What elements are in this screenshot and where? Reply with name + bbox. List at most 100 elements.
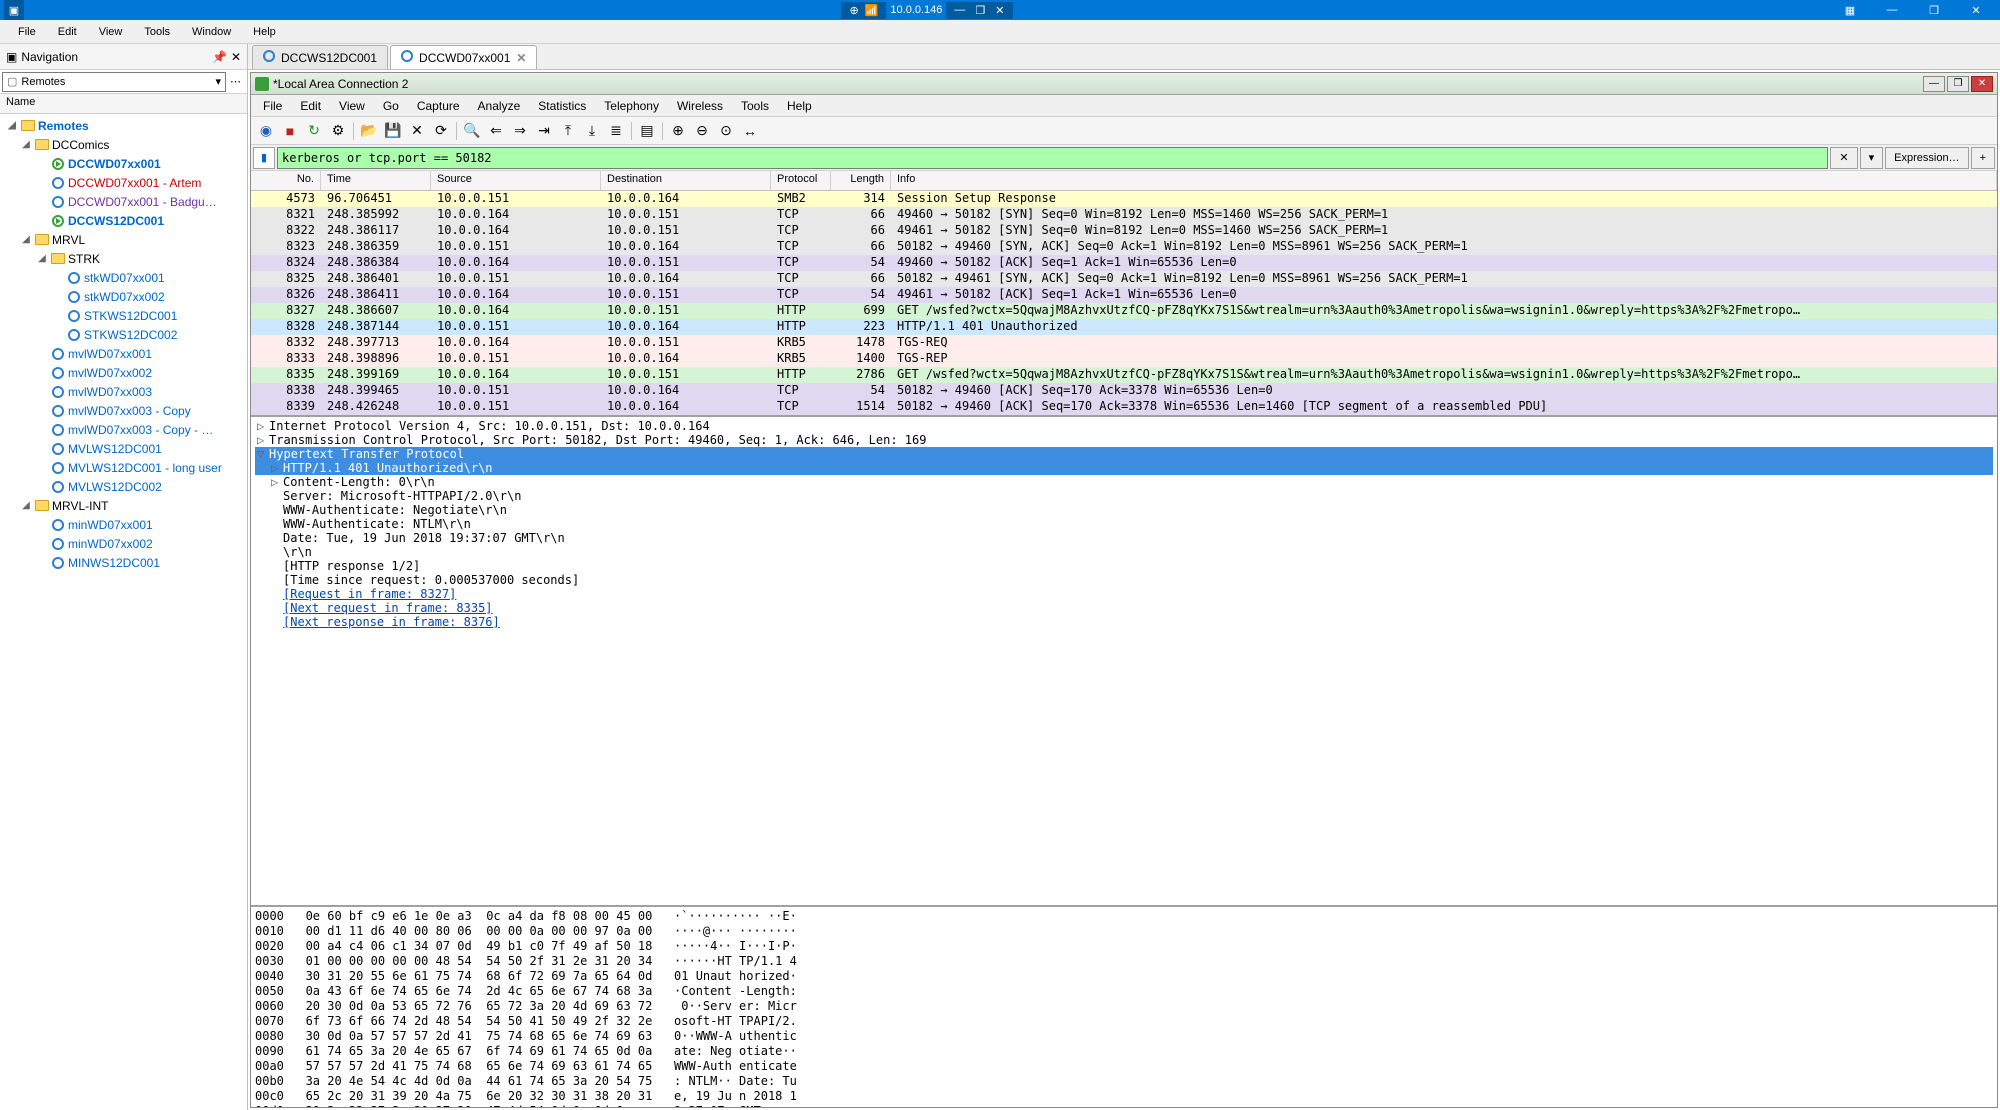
tree-mvlwd07xx003-copy[interactable]: mvlWD07xx003 - Copy [4,401,243,420]
capture-options-icon[interactable]: ⚙ [327,120,349,142]
ws-menu-help[interactable]: Help [779,97,820,115]
packet-row[interactable]: 8323248.38635910.0.0.15110.0.0.164TCP665… [251,239,1997,255]
detail-status[interactable]: ▷HTTP/1.1 401 Unauthorized\r\n [255,461,1993,475]
outer-minimize[interactable]: — [1872,4,1912,17]
packet-row[interactable]: 8335248.39916910.0.0.16410.0.0.151HTTP27… [251,367,1997,383]
pin-icon[interactable]: 📌 [212,50,227,64]
col-destination[interactable]: Destination [601,171,771,190]
tab-dccws12dc001[interactable]: DCCWS12DC001 [252,45,388,69]
packet-row[interactable]: 8321248.38599210.0.0.16410.0.0.151TCP664… [251,207,1997,223]
outer-grid-icon[interactable]: ▦ [1830,4,1870,17]
packet-list[interactable]: No. Time Source Destination Protocol Len… [251,171,1997,417]
detail-tcp[interactable]: ▷Transmission Control Protocol, Src Port… [255,433,1993,447]
tree-minwd07xx002[interactable]: minWD07xx002 [4,534,243,553]
detail-crlf[interactable]: \r\n [255,545,1993,559]
hex-line[interactable]: 0040 30 31 20 55 6e 61 75 74 68 6f 72 69… [255,969,1993,984]
tree-mrvl-int[interactable]: ◢MRVL-INT [4,496,243,515]
packet-row[interactable]: 8324248.38638410.0.0.16410.0.0.151TCP544… [251,255,1997,271]
tree-dccwd07xx001-badgu[interactable]: DCCWD07xx001 - Badgu… [4,192,243,211]
goto-packet-icon[interactable]: ⇥ [533,120,555,142]
save-file-icon[interactable]: 💾 [382,120,404,142]
packet-row[interactable]: 8328248.38714410.0.0.15110.0.0.164HTTP22… [251,319,1997,335]
dropdown-icon[interactable]: ▾ [215,75,221,88]
hex-line[interactable]: 00b0 3a 20 4e 54 4c 4d 0d 0a 44 61 74 65… [255,1074,1993,1089]
tree-strk[interactable]: ◢STRK [4,249,243,268]
detail-date[interactable]: Date: Tue, 19 Jun 2018 19:37:07 GMT\r\n [255,531,1993,545]
auto-scroll-icon[interactable]: ≣ [605,120,627,142]
hex-line[interactable]: 0000 0e 60 bf c9 e6 1e 0e a3 0c a4 da f8… [255,909,1993,924]
open-file-icon[interactable]: 📂 [358,120,380,142]
hex-line[interactable]: 0050 0a 43 6f 6e 74 65 6e 74 2d 4c 65 6e… [255,984,1993,999]
tree-stkws12dc002[interactable]: STKWS12DC002 [4,325,243,344]
tree-minws12dc001[interactable]: MINWS12DC001 [4,553,243,572]
restart-capture-icon[interactable]: ↻ [303,120,325,142]
menu-window[interactable]: Window [182,24,241,40]
tree-dccwd07xx001-artem[interactable]: DCCWD07xx001 - Artem [4,173,243,192]
go-forward-icon[interactable]: ⇒ [509,120,531,142]
start-capture-icon[interactable]: ◉ [255,120,277,142]
tab-close-icon[interactable]: ✕ [516,51,526,65]
ws-menu-tools[interactable]: Tools [733,97,777,115]
tree-mvlws12dc002[interactable]: MVLWS12DC002 [4,477,243,496]
zoom-in-icon[interactable]: ⊕ [667,120,689,142]
zoom-reset-icon[interactable]: ⊙ [715,120,737,142]
ws-menu-telephony[interactable]: Telephony [596,97,667,115]
menu-file[interactable]: File [8,24,46,40]
packet-row[interactable]: 8322248.38611710.0.0.16410.0.0.151TCP664… [251,223,1997,239]
sidebar-filter[interactable]: ▢ Remotes ▾ [2,72,226,92]
ws-menu-edit[interactable]: Edit [292,97,329,115]
zoom-out-icon[interactable]: ⊖ [691,120,713,142]
tree-minwd07xx001[interactable]: minWD07xx001 [4,515,243,534]
hex-line[interactable]: 0020 00 a4 c4 06 c1 34 07 0d 49 b1 c0 7f… [255,939,1993,954]
add-filter-icon[interactable]: + [1971,147,1995,169]
hex-line[interactable]: 0090 61 74 65 3a 20 4e 65 67 6f 74 69 61… [255,1044,1993,1059]
packet-row[interactable]: 457396.70645110.0.0.15110.0.0.164SMB2314… [251,191,1997,207]
col-source[interactable]: Source [431,171,601,190]
detail-link-request[interactable]: [Request in frame: 8327] [255,587,1993,601]
packet-row[interactable]: 8327248.38660710.0.0.16410.0.0.151HTTP69… [251,303,1997,319]
go-back-icon[interactable]: ⇐ [485,120,507,142]
hex-line[interactable]: 0010 00 d1 11 d6 40 00 80 06 00 00 0a 00… [255,924,1993,939]
col-no[interactable]: No. [251,171,321,190]
detail-auth-negotiate[interactable]: WWW-Authenticate: Negotiate\r\n [255,503,1993,517]
tree-remotes-root[interactable]: ◢Remotes [4,116,243,135]
outer-close[interactable]: ✕ [1956,4,1996,17]
tree-dccws12dc001[interactable]: DCCWS12DC001 [4,211,243,230]
detail-link-next-request[interactable]: [Next request in frame: 8335] [255,601,1993,615]
menu-help[interactable]: Help [243,24,286,40]
hex-line[interactable]: 0070 6f 73 6f 66 74 2d 48 54 54 50 41 50… [255,1014,1993,1029]
hex-line[interactable]: 0030 01 00 00 00 00 00 48 54 54 50 2f 31… [255,954,1993,969]
last-packet-icon[interactable]: ⤓ [581,120,603,142]
close-file-icon[interactable]: ✕ [406,120,428,142]
ws-menu-analyze[interactable]: Analyze [470,97,529,115]
col-time[interactable]: Time [321,171,431,190]
tree-mvlws12dc001-long[interactable]: MVLWS12DC001 - long user [4,458,243,477]
tree-stkwd07xx002[interactable]: stkWD07xx002 [4,287,243,306]
tree-mvlws12dc001[interactable]: MVLWS12DC001 [4,439,243,458]
first-packet-icon[interactable]: ⤒ [557,120,579,142]
tree-stkws12dc001[interactable]: STKWS12DC001 [4,306,243,325]
tree-mvlwd07xx002[interactable]: mvlWD07xx002 [4,363,243,382]
hex-line[interactable]: 00a0 57 57 57 2d 41 75 74 68 65 6e 74 69… [255,1059,1993,1074]
menu-edit[interactable]: Edit [48,24,87,40]
expression-button[interactable]: Expression… [1885,147,1968,169]
ws-close[interactable]: ✕ [1971,76,1993,92]
hex-pane[interactable]: 0000 0e 60 bf c9 e6 1e 0e a3 0c a4 da f8… [251,907,1997,1107]
ws-menu-wireless[interactable]: Wireless [669,97,731,115]
clear-filter-icon[interactable]: ✕ [1830,147,1857,169]
ws-maximize[interactable]: ❐ [1947,76,1969,92]
tree-mrvl[interactable]: ◢MRVL [4,230,243,249]
inner-restore[interactable]: ❐ [975,4,985,17]
detail-time-since[interactable]: [Time since request: 0.000537000 seconds… [255,573,1993,587]
tab-dccwd07xx001[interactable]: DCCWD07xx001 ✕ [390,45,537,69]
packet-row[interactable]: 8325248.38640110.0.0.15110.0.0.164TCP665… [251,271,1997,287]
stop-capture-icon[interactable]: ■ [279,120,301,142]
packet-row[interactable]: 8339248.42624810.0.0.15110.0.0.164TCP151… [251,399,1997,415]
col-protocol[interactable]: Protocol [771,171,831,190]
ws-menu-statistics[interactable]: Statistics [530,97,594,115]
tree-dccomics[interactable]: ◢DCComics [4,135,243,154]
detail-ip[interactable]: ▷Internet Protocol Version 4, Src: 10.0.… [255,419,1993,433]
tree-mvlwd07xx003[interactable]: mvlWD07xx003 [4,382,243,401]
col-length[interactable]: Length [831,171,891,190]
packet-row[interactable]: 8326248.38641110.0.0.16410.0.0.151TCP544… [251,287,1997,303]
